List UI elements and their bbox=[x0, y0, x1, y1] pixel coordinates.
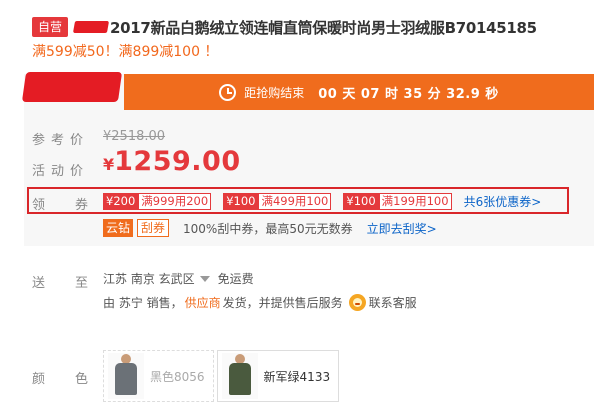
coupon-amount: ¥100 bbox=[343, 193, 379, 210]
sale-price-label: 活动价 bbox=[32, 164, 90, 179]
flash-sale-label: 距抢购结束 bbox=[244, 85, 305, 100]
product-thumbnail bbox=[221, 353, 258, 399]
coupon-amount: ¥100 bbox=[223, 193, 259, 210]
redaction-mark bbox=[21, 72, 123, 102]
redaction-mark bbox=[72, 21, 110, 33]
coupon-item[interactable]: ¥100 满199用100 bbox=[343, 193, 452, 210]
color-option-label: 新军绿4133 bbox=[263, 369, 331, 384]
services-row: 云钻 刮券 100%刮中券，最高50元无数券 立即去刮奖> bbox=[103, 219, 437, 237]
product-title-row: 自营 2017新品白鹅绒立领连帽直筒保暖时尚男士羽绒服B70145185 bbox=[32, 16, 592, 38]
self-operated-badge: 自营 bbox=[32, 17, 69, 37]
product-thumbnail bbox=[108, 353, 144, 399]
coupon-condition: 满499用100 bbox=[258, 193, 332, 210]
promo-text: 满599减50！满899减100 ！ bbox=[32, 44, 219, 60]
clock-icon bbox=[219, 83, 237, 101]
coupon-item[interactable]: ¥200 满999用200 bbox=[103, 193, 212, 210]
color-option-green[interactable]: 新军绿4133 bbox=[216, 350, 340, 402]
coupon-list: ¥200 满999用200 ¥100 满499用100 ¥100 满199用10… bbox=[103, 193, 541, 210]
seller-prefix: 由 苏宁 销售， bbox=[103, 296, 183, 310]
currency-symbol: ¥ bbox=[103, 155, 115, 174]
yunzuan-tag: 云钻 bbox=[103, 219, 134, 237]
customer-service-link[interactable]: 联系客服 bbox=[369, 294, 417, 311]
flash-sale-bar: 距抢购结束 00 天 07 时 35 分 32.9 秒 bbox=[124, 74, 594, 110]
ref-price-label: 参考价 bbox=[32, 133, 90, 148]
scratch-now-link[interactable]: 立即去刮奖> bbox=[367, 220, 437, 237]
location-selector[interactable]: 江苏 南京 玄武区 bbox=[103, 270, 195, 287]
coupon-condition: 满999用200 bbox=[138, 193, 212, 210]
more-coupons-link[interactable]: 共6张优惠券> bbox=[464, 193, 542, 210]
customer-service-icon[interactable] bbox=[348, 294, 366, 311]
supplier-link[interactable]: 供应商 bbox=[185, 294, 221, 311]
color-option-black[interactable]: 黑色8056 bbox=[103, 350, 214, 402]
coupon-item[interactable]: ¥100 满499用100 bbox=[223, 193, 332, 210]
color-options: 黑色8056 新军绿4133 bbox=[103, 350, 342, 402]
sale-price-amount: 1259.00 bbox=[114, 146, 241, 177]
countdown-timer: 00 天 07 时 35 分 32.9 秒 bbox=[318, 86, 499, 102]
ref-price: ¥2518.00 bbox=[103, 129, 166, 144]
seller-suffix: 发货，并提供售后服务 bbox=[222, 296, 343, 310]
scratch-description: 100%刮中券，最高50元无数券 bbox=[183, 221, 353, 236]
product-title: 2017新品白鹅绒立领连帽直筒保暖时尚男士羽绒服B70145185 bbox=[110, 18, 537, 37]
color-option-label: 黑色8056 bbox=[150, 369, 205, 384]
sale-price: ¥1259.00 bbox=[103, 146, 241, 177]
coupon-condition: 满199用100 bbox=[378, 193, 452, 210]
shipping-row: 江苏 南京 玄武区 免运费 bbox=[103, 270, 254, 287]
seller-row: 由 苏宁 销售， 供应商 发货，并提供售后服务 联系客服 bbox=[103, 294, 417, 311]
shipping-fee: 免运费 bbox=[217, 272, 254, 286]
scratch-coupon-tag: 刮券 bbox=[137, 219, 170, 237]
coupon-amount: ¥200 bbox=[103, 193, 139, 210]
chevron-down-icon[interactable] bbox=[199, 275, 210, 282]
